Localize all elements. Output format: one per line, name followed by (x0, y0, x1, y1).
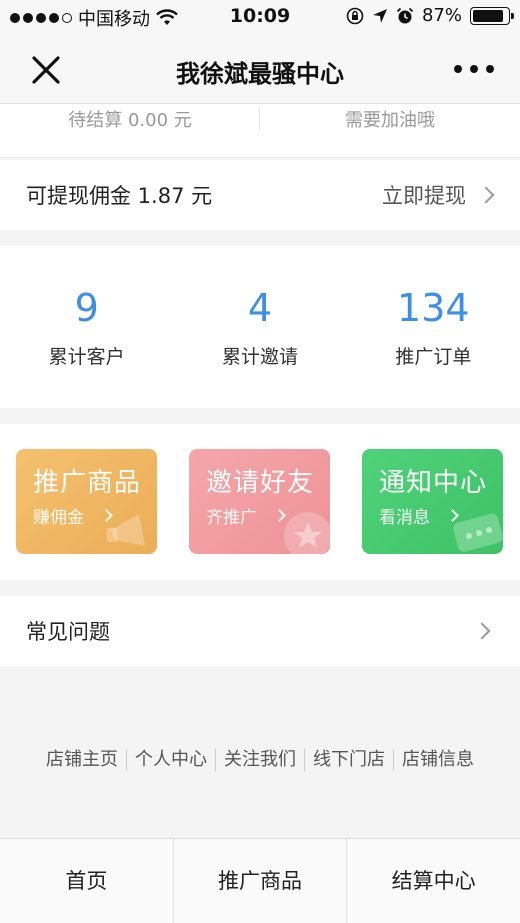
chevron-right-icon (473, 622, 491, 640)
encouragement-text: 需要加油哦 (345, 110, 435, 131)
withdrawable-commission: 可提现佣金 1.87 元 (26, 184, 213, 208)
stat-invites[interactable]: 4 累计邀请 (173, 246, 346, 408)
page-title: 我徐斌最骚中心 (176, 60, 344, 88)
card-title: 通知中心 (379, 468, 488, 498)
footer-link-offline-store[interactable]: 线下门店 (305, 746, 393, 774)
footer-link-shop-home[interactable]: 店铺主页 (38, 746, 126, 774)
more-icon[interactable] (454, 62, 494, 76)
stat-value: 9 (74, 286, 99, 330)
footer-link-follow-us[interactable]: 关注我们 (216, 746, 304, 774)
divider (259, 106, 260, 130)
faq-row[interactable]: 常见问题 (0, 596, 520, 666)
settlement-summary: 待结算 0.00 元 需要加油哦 (0, 104, 520, 158)
rotation-lock-icon (346, 7, 364, 24)
card-title: 推广商品 (33, 468, 142, 498)
withdraw-row[interactable]: 可提现佣金 1.87 元 立即提现 (0, 160, 520, 230)
faq-label: 常见问题 (26, 620, 110, 644)
battery-percent: 87% (421, 5, 462, 26)
pending-settlement: 待结算 0.00 元 (68, 110, 192, 131)
stat-label: 累计客户 (48, 346, 125, 368)
stat-orders[interactable]: 134 推广订单 (347, 246, 520, 408)
star-badge-icon (284, 512, 330, 554)
feature-cards: 推广商品 赚佣金 邀请好友 齐推广 通知中心 看消息 (0, 424, 520, 580)
user-center-page: 中国移动 10:09 87% 我徐斌最骚中心 待结算 0.00 元 需要加油哦 … (0, 0, 520, 923)
card-promote-products[interactable]: 推广商品 赚佣金 (16, 449, 157, 554)
location-icon (372, 8, 387, 23)
stat-value: 4 (247, 286, 273, 330)
withdraw-button[interactable]: 立即提现 (382, 180, 495, 210)
card-subtitle-text: 看消息 (379, 508, 430, 528)
megaphone-icon (107, 514, 145, 546)
close-icon[interactable] (28, 52, 64, 88)
nav-bar: 我徐斌最骚中心 (0, 34, 520, 104)
card-title: 邀请好友 (206, 468, 315, 498)
card-subtitle-text: 齐推广 (206, 508, 257, 528)
alarm-icon (396, 7, 414, 23)
status-bar: 中国移动 10:09 87% (0, 0, 520, 34)
tab-bar: 首页 推广商品 结算中心 (0, 838, 520, 923)
tab-promote-products[interactable]: 推广商品 (174, 839, 348, 923)
tab-home[interactable]: 首页 (0, 839, 174, 923)
withdraw-label: 立即提现 (382, 184, 466, 208)
stat-customers[interactable]: 9 累计客户 (0, 246, 173, 408)
status-right: 87% (346, 5, 514, 26)
chat-bubble-icon (453, 513, 503, 552)
card-subtitle-text: 赚佣金 (33, 508, 84, 528)
footer-link-personal-center[interactable]: 个人中心 (127, 746, 215, 774)
stat-value: 134 (397, 286, 470, 330)
footer-link-shop-info[interactable]: 店铺信息 (394, 746, 482, 774)
stat-label: 累计邀请 (221, 346, 298, 368)
stats-panel: 9 累计客户 4 累计邀请 134 推广订单 (0, 246, 520, 408)
battery-icon (470, 6, 514, 25)
card-invite-friends[interactable]: 邀请好友 齐推广 (189, 449, 330, 554)
stat-label: 推广订单 (395, 346, 472, 368)
footer-links: 店铺主页 个人中心 关注我们 线下门店 店铺信息 (0, 746, 520, 774)
chevron-right-icon (477, 186, 495, 204)
card-notification-center[interactable]: 通知中心 看消息 (362, 449, 503, 554)
tab-settlement-center[interactable]: 结算中心 (347, 839, 520, 923)
